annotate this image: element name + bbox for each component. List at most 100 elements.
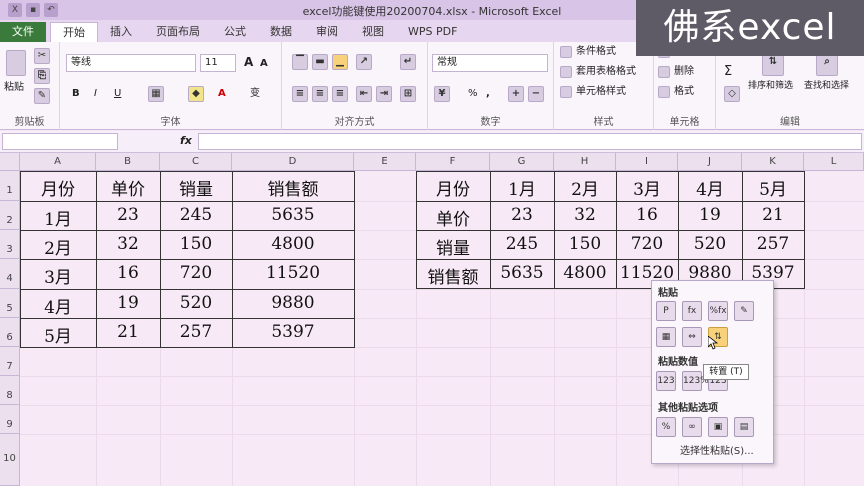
cell-g1[interactable]: 1月 xyxy=(490,175,554,200)
row-header-2[interactable]: 2 xyxy=(0,201,20,230)
col-header-k[interactable]: K xyxy=(742,153,804,171)
cell-h3[interactable]: 150 xyxy=(554,234,616,254)
clear-icon[interactable]: ◇ xyxy=(724,86,740,102)
find-select-icon[interactable]: ⌕ xyxy=(816,54,838,76)
col-header-h[interactable]: H xyxy=(554,153,616,171)
cell-c2[interactable]: 245 xyxy=(160,205,232,225)
cell-d3[interactable]: 4800 xyxy=(232,234,354,254)
tab-review[interactable]: 审阅 xyxy=(304,22,350,42)
paste-linked-picture-icon[interactable]: ▤ xyxy=(734,417,754,437)
align-right-icon[interactable]: ≡ xyxy=(332,86,348,102)
col-header-l[interactable]: L xyxy=(804,153,864,171)
col-header-j[interactable]: J xyxy=(678,153,742,171)
row-header-4[interactable]: 4 xyxy=(0,259,20,289)
cell-a3[interactable]: 2月 xyxy=(20,234,96,259)
decrease-indent-icon[interactable]: ⇤ xyxy=(356,86,372,102)
cut-icon[interactable]: ✂ xyxy=(34,48,50,64)
cell-c3[interactable]: 150 xyxy=(160,234,232,254)
tab-formulas[interactable]: 公式 xyxy=(212,22,258,42)
paste-special-link[interactable]: 选择性粘贴(S)... xyxy=(680,442,754,457)
name-box[interactable] xyxy=(2,133,118,150)
italic-button[interactable]: I xyxy=(94,86,97,102)
comma-button[interactable]: , xyxy=(486,86,490,102)
cell-a5[interactable]: 4月 xyxy=(20,293,96,318)
tab-file[interactable]: 文件 xyxy=(0,22,46,42)
paste-picture-icon[interactable]: ▣ xyxy=(708,417,728,437)
row-header-6[interactable]: 6 xyxy=(0,318,20,347)
cell-b2[interactable]: 23 xyxy=(96,205,160,225)
align-left-icon[interactable]: ≡ xyxy=(292,86,308,102)
cell-i1[interactable]: 3月 xyxy=(616,175,678,200)
cell-d2[interactable]: 5635 xyxy=(232,205,354,225)
cell-c5[interactable]: 520 xyxy=(160,293,232,313)
excel-logo-icon[interactable]: X xyxy=(8,3,22,17)
cell-b3[interactable]: 32 xyxy=(96,234,160,254)
paste-keep-width-icon[interactable]: ⇔ xyxy=(682,327,702,347)
row-header-5[interactable]: 5 xyxy=(0,289,20,318)
cell-a1[interactable]: 月份 xyxy=(20,175,96,200)
cell-styles-button[interactable]: 单元格样式 xyxy=(576,84,626,100)
bold-button[interactable]: B xyxy=(72,86,80,102)
grow-font-button[interactable]: A xyxy=(244,54,253,70)
cell-h4[interactable]: 4800 xyxy=(554,263,616,283)
borders-icon[interactable]: ▦ xyxy=(148,86,164,102)
cell-i2[interactable]: 16 xyxy=(616,205,678,225)
row-header-10[interactable]: 10 xyxy=(0,434,20,486)
formula-input[interactable] xyxy=(198,133,862,150)
paste-keep-source-format-icon[interactable]: ✎ xyxy=(734,301,754,321)
tab-page-layout[interactable]: 页面布局 xyxy=(144,22,212,42)
col-header-f[interactable]: F xyxy=(416,153,490,171)
align-center-icon[interactable]: ≡ xyxy=(312,86,328,102)
save-icon[interactable]: ▪ xyxy=(26,3,40,17)
col-header-b[interactable]: B xyxy=(96,153,160,171)
align-middle-icon[interactable]: ▬ xyxy=(312,54,328,70)
cell-c1[interactable]: 销量 xyxy=(160,175,232,200)
cell-b1[interactable]: 单价 xyxy=(96,175,160,200)
cell-g4[interactable]: 5635 xyxy=(490,263,554,283)
cell-b6[interactable]: 21 xyxy=(96,322,160,342)
cell-k1[interactable]: 5月 xyxy=(742,175,804,200)
cell-a2[interactable]: 1月 xyxy=(20,205,96,230)
col-header-a[interactable]: A xyxy=(20,153,96,171)
align-top-icon[interactable]: ▔ xyxy=(292,54,308,70)
col-header-i[interactable]: I xyxy=(616,153,678,171)
increase-decimal-icon[interactable]: + xyxy=(508,86,524,102)
cell-f3[interactable]: 销量 xyxy=(416,234,490,259)
cell-f4[interactable]: 销售额 xyxy=(416,263,490,288)
paste-no-borders-icon[interactable]: ▦ xyxy=(656,327,676,347)
row-header-8[interactable]: 8 xyxy=(0,376,20,405)
sort-filter-icon[interactable]: ⇅ xyxy=(762,54,784,76)
paste-formulas-number-format-icon[interactable]: %fx xyxy=(708,301,728,321)
paste-values-icon[interactable]: 123 xyxy=(656,371,676,391)
align-bottom-icon[interactable]: ▁ xyxy=(332,54,348,70)
paste-icon[interactable] xyxy=(6,50,26,76)
cell-f2[interactable]: 单价 xyxy=(416,205,490,230)
cell-j1[interactable]: 4月 xyxy=(678,175,742,200)
cell-f1[interactable]: 月份 xyxy=(416,175,490,200)
col-header-g[interactable]: G xyxy=(490,153,554,171)
decrease-decimal-icon[interactable]: − xyxy=(528,86,544,102)
fill-color-icon[interactable]: ◆ xyxy=(188,86,204,102)
font-size-input[interactable]: 11 xyxy=(200,54,236,72)
cell-k3[interactable]: 257 xyxy=(742,234,804,254)
cell-j2[interactable]: 19 xyxy=(678,205,742,225)
phonetic-button[interactable]: 变 xyxy=(250,86,260,102)
shrink-font-button[interactable]: A xyxy=(260,56,268,72)
tab-home[interactable]: 开始 xyxy=(50,22,98,42)
merge-center-icon[interactable]: ⊞ xyxy=(400,86,416,102)
format-painter-icon[interactable]: ✎ xyxy=(34,88,50,104)
cell-d1[interactable]: 销售额 xyxy=(232,175,354,200)
tab-view[interactable]: 视图 xyxy=(350,22,396,42)
row-header-1[interactable]: 1 xyxy=(0,171,20,201)
cell-a6[interactable]: 5月 xyxy=(20,322,96,347)
conditional-format-button[interactable]: 条件格式 xyxy=(576,44,616,60)
cell-g2[interactable]: 23 xyxy=(490,205,554,225)
wrap-text-icon[interactable]: ↵ xyxy=(400,54,416,70)
cell-b4[interactable]: 16 xyxy=(96,263,160,283)
cell-h1[interactable]: 2月 xyxy=(554,175,616,200)
font-name-input[interactable]: 等线 xyxy=(66,54,196,72)
tab-data[interactable]: 数据 xyxy=(258,22,304,42)
paste-link-icon[interactable]: ∞ xyxy=(682,417,702,437)
row-header-7[interactable]: 7 xyxy=(0,347,20,376)
cell-h2[interactable]: 32 xyxy=(554,205,616,225)
